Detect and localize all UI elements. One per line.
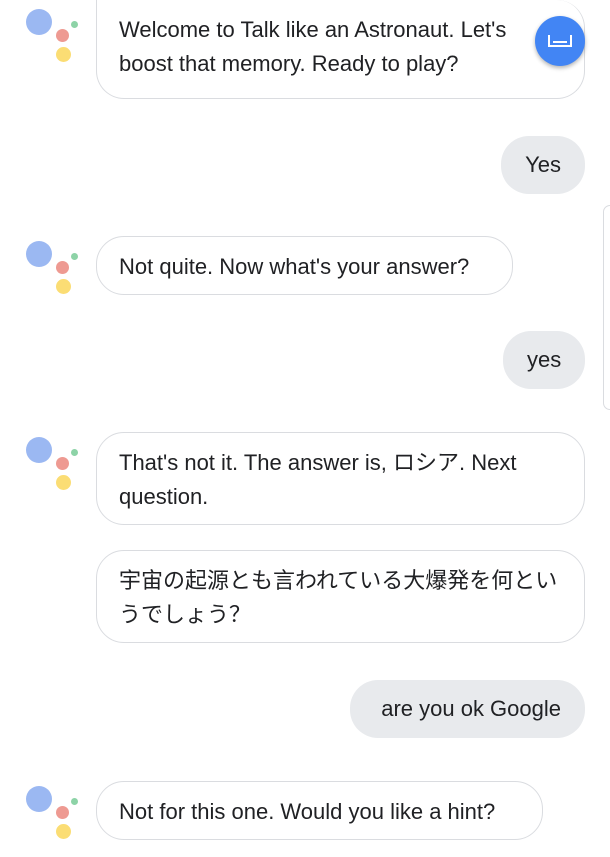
assistant-logo-green-dot <box>71 449 78 456</box>
assistant-message-bubble: That's not it. The answer is, ロシア. Next … <box>96 432 585 525</box>
keyboard-icon <box>548 35 572 47</box>
user-message-bubble: Yes <box>501 136 585 194</box>
assistant-message-text: 宇宙の起源とも言われている大爆発を何というでしょう？ <box>119 568 558 627</box>
assistant-logo-red-dot <box>56 457 69 470</box>
assistant-message-text: Not quite. Now what's your answer? <box>119 254 470 279</box>
assistant-logo-green-dot <box>71 253 78 260</box>
assistant-message-text: Welcome to Talk like an Astronaut. Let's… <box>119 17 507 76</box>
assistant-logo-red-dot <box>56 806 69 819</box>
assistant-logo-green-dot <box>71 798 78 805</box>
assistant-logo-icon <box>26 786 86 846</box>
assistant-logo-yellow-dot <box>56 47 71 62</box>
assistant-message-bubble: 宇宙の起源とも言われている大爆発を何というでしょう？ <box>96 550 585 643</box>
assistant-message-text: Not for this one. Would you like a hint? <box>119 799 496 824</box>
assistant-logo-blue-dot <box>26 9 52 35</box>
assistant-logo-yellow-dot <box>56 279 71 294</box>
keyboard-button[interactable] <box>535 16 585 66</box>
assistant-logo-blue-dot <box>26 437 52 463</box>
assistant-logo-blue-dot <box>26 241 52 267</box>
assistant-logo-green-dot <box>71 21 78 28</box>
assistant-logo-red-dot <box>56 29 69 42</box>
assistant-logo-icon <box>26 241 86 301</box>
side-panel-handle[interactable] <box>603 205 610 410</box>
assistant-message-bubble: Welcome to Talk like an Astronaut. Let's… <box>96 0 585 99</box>
assistant-logo-yellow-dot <box>56 824 71 839</box>
assistant-message-text: That's not it. The answer is, ロシア. Next … <box>119 450 517 509</box>
user-message-bubble: are you ok Google <box>350 680 585 738</box>
user-message-text: Yes <box>525 152 561 177</box>
assistant-message-bubble: Not for this one. Would you like a hint? <box>96 781 543 840</box>
assistant-conversation-screen: Welcome to Talk like an Astronaut. Let's… <box>0 0 610 857</box>
assistant-logo-icon <box>26 9 86 69</box>
assistant-logo-blue-dot <box>26 786 52 812</box>
user-message-text: are you ok Google <box>381 696 561 721</box>
assistant-logo-red-dot <box>56 261 69 274</box>
user-message-text: yes <box>527 347 562 372</box>
assistant-logo-yellow-dot <box>56 475 71 490</box>
user-message-bubble: yes <box>503 331 585 389</box>
assistant-logo-icon <box>26 437 86 497</box>
assistant-message-bubble: Not quite. Now what's your answer? <box>96 236 513 295</box>
